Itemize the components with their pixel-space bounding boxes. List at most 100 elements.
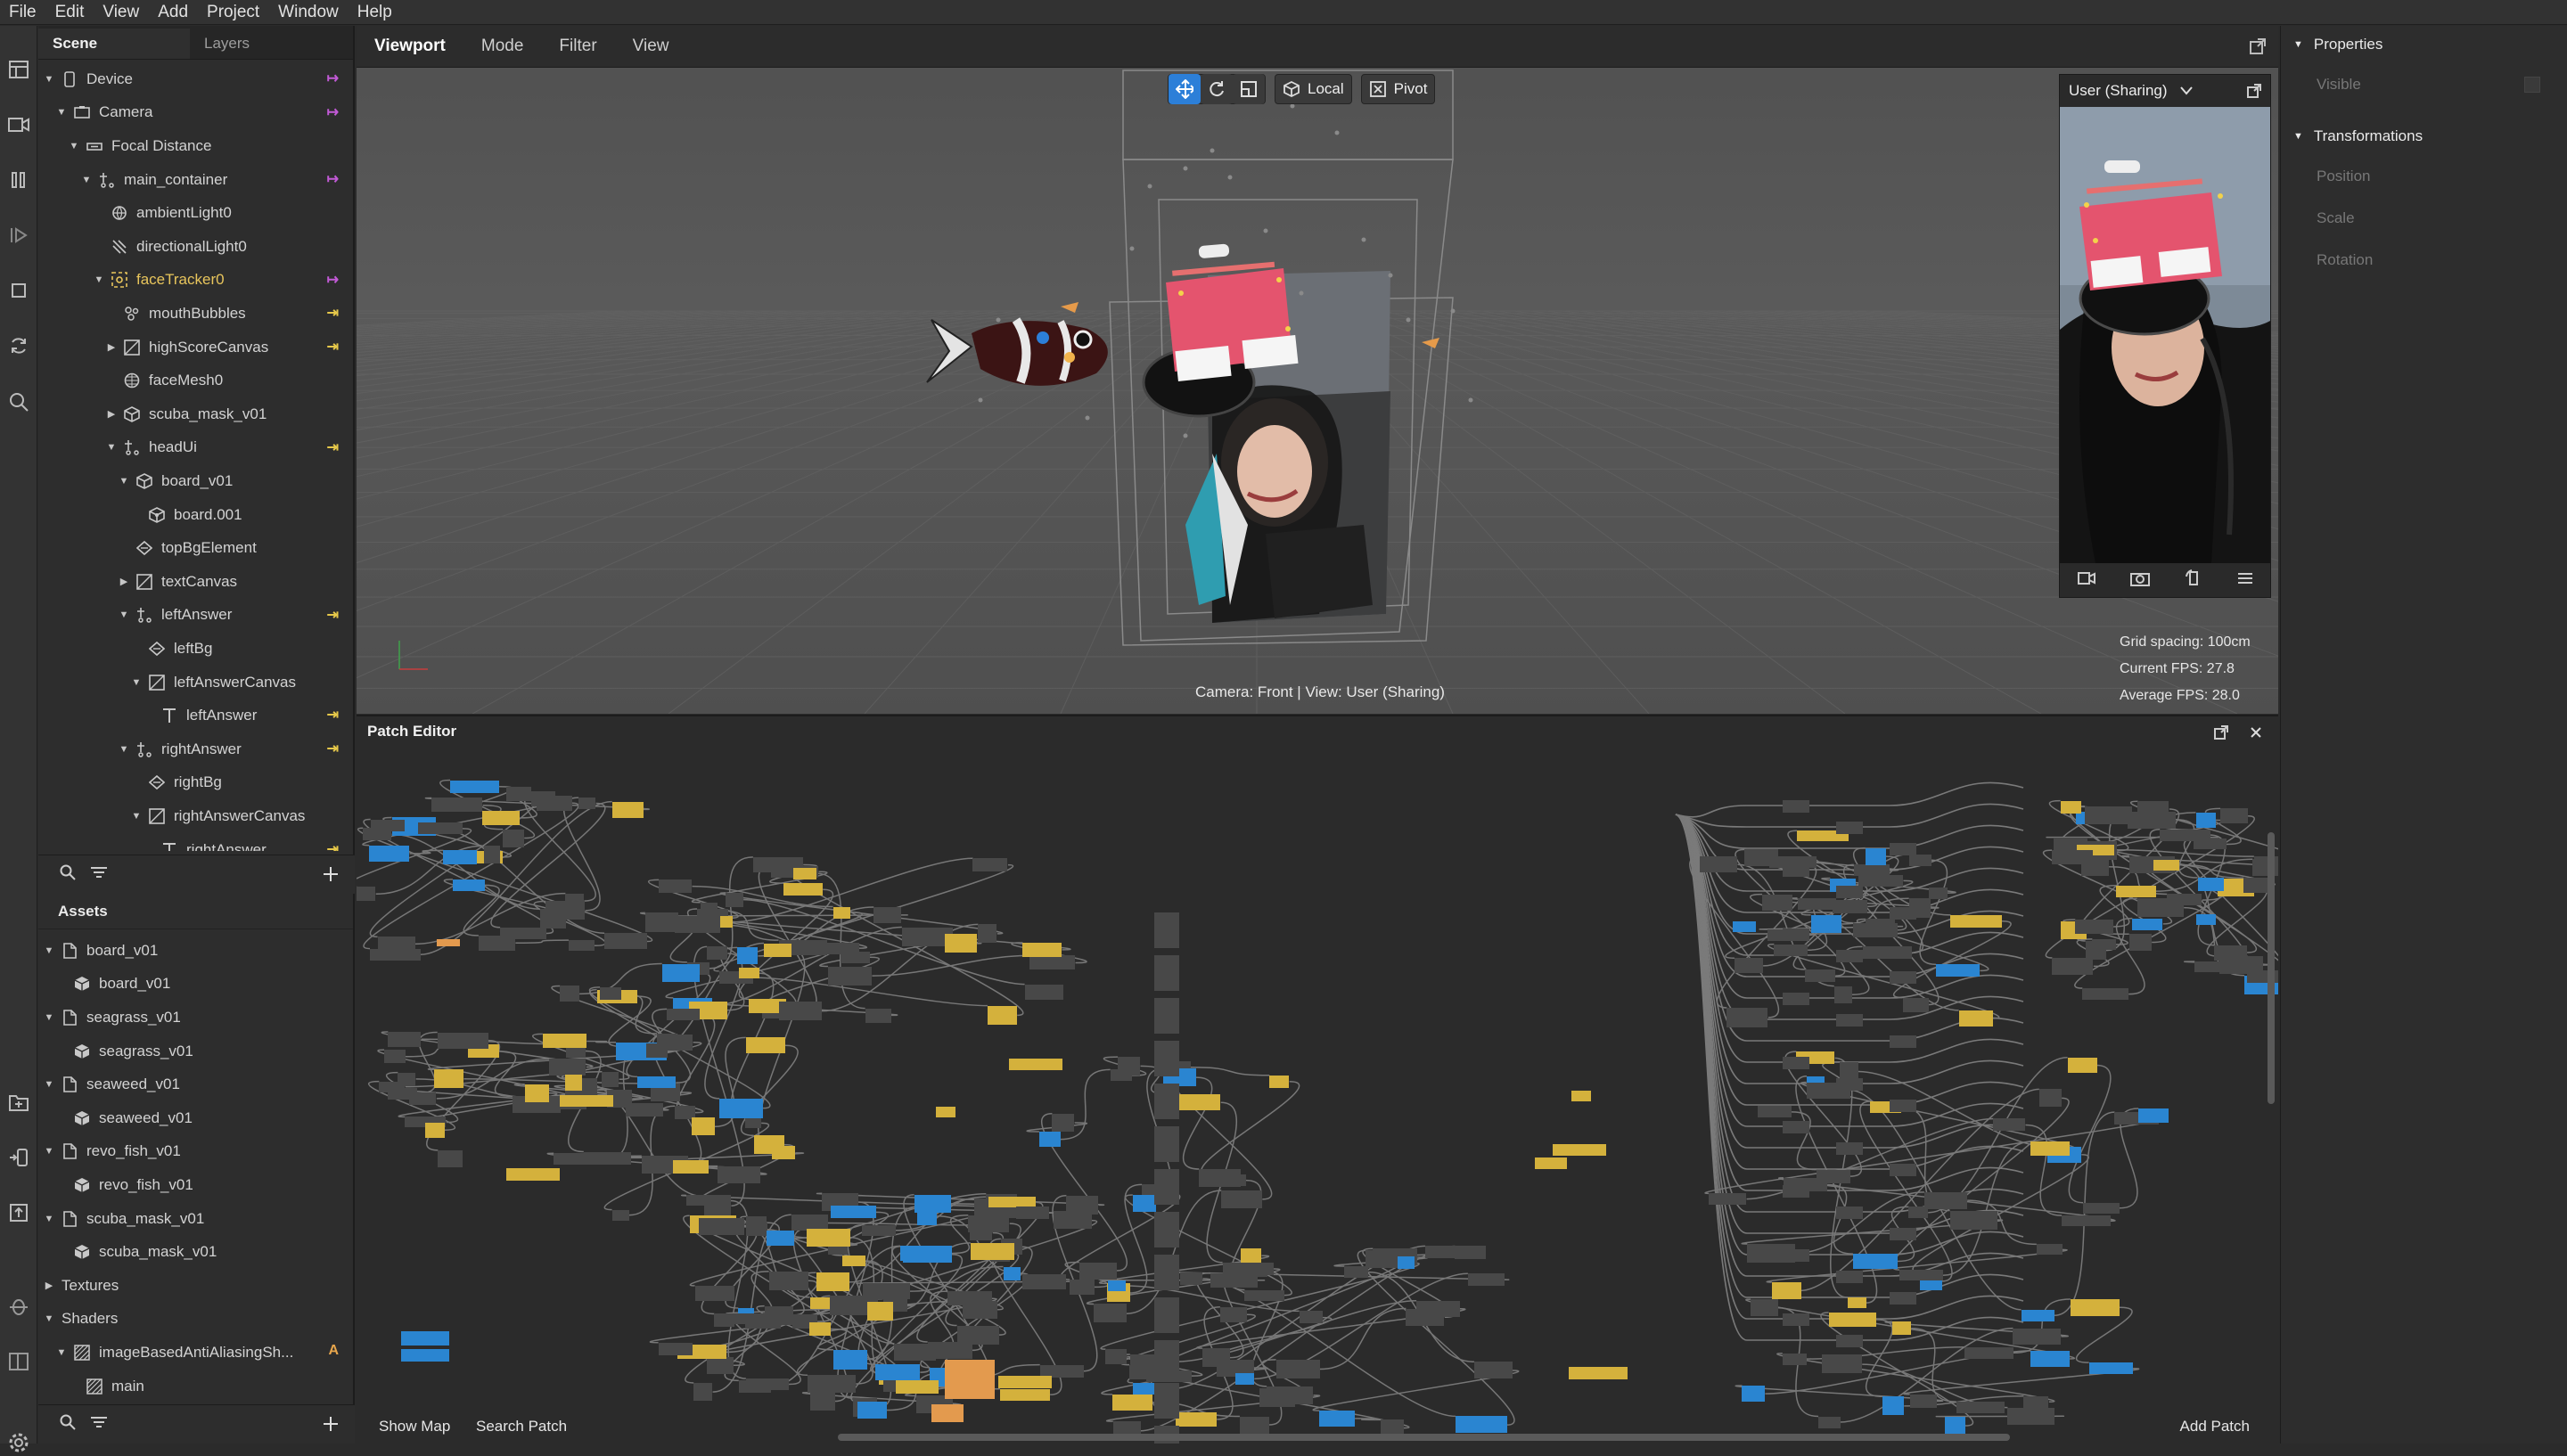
console-icon[interactable] xyxy=(5,1348,32,1375)
stop-icon[interactable] xyxy=(5,277,32,304)
assets-item-seagrass-v01[interactable]: ▼ seagrass_v01 xyxy=(38,1001,353,1035)
device-send-icon[interactable] xyxy=(5,1144,32,1171)
assets-item-imagebasedantialiasingsh[interactable]: ▼ imageBasedAntiAliasingSh... A xyxy=(38,1336,353,1370)
pause-icon[interactable] xyxy=(5,167,32,193)
chevron-down-icon[interactable]: ▼ xyxy=(92,274,106,285)
menu-edit[interactable]: Edit xyxy=(46,3,94,22)
expand-viewport-icon[interactable] xyxy=(2250,38,2266,60)
tab-layers[interactable]: Layers xyxy=(190,29,341,59)
menu-window[interactable]: Window xyxy=(269,3,349,22)
pivot-button[interactable]: Pivot xyxy=(1360,74,1436,104)
chevron-down-icon[interactable]: ▼ xyxy=(117,476,131,487)
play-step-icon[interactable] xyxy=(5,222,32,249)
viewport-scene[interactable] xyxy=(357,26,2278,714)
local-space-button[interactable]: Local xyxy=(1275,74,1352,104)
scene-item-board-001[interactable]: board.001 xyxy=(38,498,353,532)
patch-link-icon[interactable]: ⇥ xyxy=(327,740,339,757)
assets-item-textures[interactable]: ▶ Textures xyxy=(38,1269,353,1303)
chevron-down-icon[interactable]: ▼ xyxy=(42,1313,56,1324)
patch-graph[interactable] xyxy=(357,716,2278,1444)
bug-icon[interactable] xyxy=(5,1293,32,1320)
chevron-down-icon[interactable]: ▼ xyxy=(117,609,131,620)
menu-file[interactable]: File xyxy=(0,3,46,22)
tab-mode[interactable]: Mode xyxy=(463,37,542,56)
properties-header[interactable]: ▼ Properties xyxy=(2281,26,2567,63)
chevron-down-icon[interactable]: ▼ xyxy=(129,677,144,688)
rotate-tool-button[interactable] xyxy=(1201,74,1233,104)
scene-item-headui[interactable]: ▼ headUi ⇥ xyxy=(38,431,353,465)
viewport-panel[interactable]: Viewport Mode Filter View Local Pivot Us… xyxy=(357,26,2278,714)
scene-item-mouthbubbles[interactable]: mouthBubbles ⇥ xyxy=(38,297,353,331)
search-icon[interactable] xyxy=(60,864,76,885)
add-object-icon[interactable] xyxy=(323,866,339,887)
scene-item-topbgelement[interactable]: topBgElement xyxy=(38,531,353,565)
search-patch-button[interactable]: Search Patch xyxy=(476,1418,567,1436)
chevron-right-icon[interactable]: ▶ xyxy=(104,341,119,353)
patch-link-icon[interactable]: ⇥ xyxy=(327,840,339,851)
chevron-down-icon[interactable]: ▼ xyxy=(42,74,56,85)
upload-icon[interactable] xyxy=(5,1199,32,1226)
add-patch-button[interactable]: Add Patch xyxy=(2180,1418,2250,1436)
menu-help[interactable]: Help xyxy=(349,3,402,22)
scene-item-rightanswer[interactable]: ▼ rightAnswer ⇥ xyxy=(38,732,353,766)
chevron-right-icon[interactable]: ▶ xyxy=(42,1280,56,1291)
filter-icon[interactable] xyxy=(90,1416,108,1433)
chevron-down-icon[interactable]: ▼ xyxy=(54,107,69,118)
show-map-button[interactable]: Show Map xyxy=(379,1418,450,1436)
scene-item-main-container[interactable]: ▼ main_container ↦ xyxy=(38,163,353,197)
scene-item-facetracker0[interactable]: ▼ faceTracker0 ↦ xyxy=(38,264,353,298)
assets-item-main[interactable]: main xyxy=(38,1370,353,1402)
record-video-icon[interactable] xyxy=(2077,571,2095,590)
scene-item-rightanswer[interactable]: rightAnswer ⇥ xyxy=(38,833,353,851)
scene-item-scuba-mask-v01[interactable]: ▶ scuba_mask_v01 xyxy=(38,397,353,431)
assets-item-board-v01[interactable]: ▼ board_v01 xyxy=(38,934,353,968)
chevron-down-icon[interactable]: ▼ xyxy=(79,175,94,185)
menu-view[interactable]: View xyxy=(94,3,149,22)
search-icon[interactable] xyxy=(5,389,32,415)
popout-icon[interactable] xyxy=(2247,84,2261,102)
assets-item-revo-fish-v01[interactable]: revo_fish_v01 xyxy=(38,1168,353,1202)
chevron-down-icon[interactable]: ▼ xyxy=(42,1214,56,1224)
patch-link-icon[interactable]: ↦ xyxy=(327,103,339,121)
patch-editor[interactable]: Patch Editor Show Map Search Patch Add P… xyxy=(357,715,2278,1444)
tab-scene[interactable]: Scene xyxy=(38,29,190,59)
assets-item-seaweed-v01[interactable]: seaweed_v01 xyxy=(38,1101,353,1135)
scene-item-rightanswercanvas[interactable]: ▼ rightAnswerCanvas xyxy=(38,799,353,833)
add-folder-icon[interactable] xyxy=(5,1089,32,1116)
chevron-down-icon[interactable]: ▼ xyxy=(117,744,131,755)
patch-link-icon[interactable]: ⇥ xyxy=(327,304,339,322)
patch-link-icon[interactable]: ↦ xyxy=(327,70,339,87)
patch-link-icon[interactable]: ⇥ xyxy=(327,606,339,624)
filter-icon[interactable] xyxy=(90,866,108,883)
scene-item-focal-distance[interactable]: ▼ Focal Distance xyxy=(38,129,353,163)
patch-link-icon[interactable]: ⇥ xyxy=(327,338,339,356)
patch-link-icon[interactable]: ⇥ xyxy=(327,706,339,724)
scene-item-board-v01[interactable]: ▼ board_v01 xyxy=(38,464,353,498)
chevron-down-icon[interactable]: ▼ xyxy=(42,1146,56,1157)
scene-item-facemesh0[interactable]: faceMesh0 xyxy=(38,364,353,397)
chevron-down-icon[interactable]: ▼ xyxy=(42,945,56,956)
chevron-down-icon[interactable]: ▼ xyxy=(42,1012,56,1023)
patch-link-icon[interactable]: ↦ xyxy=(327,170,339,188)
search-icon[interactable] xyxy=(60,1414,76,1435)
screenshot-icon[interactable] xyxy=(2129,570,2150,591)
assets-item-scuba-mask-v01[interactable]: ▼ scuba_mask_v01 xyxy=(38,1202,353,1236)
refresh-icon[interactable] xyxy=(5,332,32,359)
move-tool-button[interactable] xyxy=(1169,74,1201,104)
chevron-right-icon[interactable]: ▶ xyxy=(104,408,119,420)
add-asset-icon[interactable] xyxy=(323,1416,339,1436)
chevron-down-icon[interactable]: ▼ xyxy=(129,811,144,822)
chevron-down-icon[interactable]: ▼ xyxy=(104,442,119,453)
assets-item-scuba-mask-v01[interactable]: scuba_mask_v01 xyxy=(38,1235,353,1269)
video-icon[interactable] xyxy=(5,111,32,138)
assets-item-revo-fish-v01[interactable]: ▼ revo_fish_v01 xyxy=(38,1135,353,1169)
chevron-down-icon[interactable]: ▼ xyxy=(54,1347,69,1358)
scene-item-textcanvas[interactable]: ▶ textCanvas xyxy=(38,565,353,599)
simulator-preview[interactable]: User (Sharing) xyxy=(2059,74,2271,598)
scene-item-leftanswer[interactable]: leftAnswer ⇥ xyxy=(38,699,353,732)
menu-project[interactable]: Project xyxy=(198,3,269,22)
chevron-right-icon[interactable]: ▶ xyxy=(117,576,131,587)
chevron-down-icon[interactable]: ▼ xyxy=(42,1079,56,1090)
scene-item-leftbg[interactable]: leftBg xyxy=(38,632,353,666)
transformations-header[interactable]: ▼ Transformations xyxy=(2281,118,2567,155)
